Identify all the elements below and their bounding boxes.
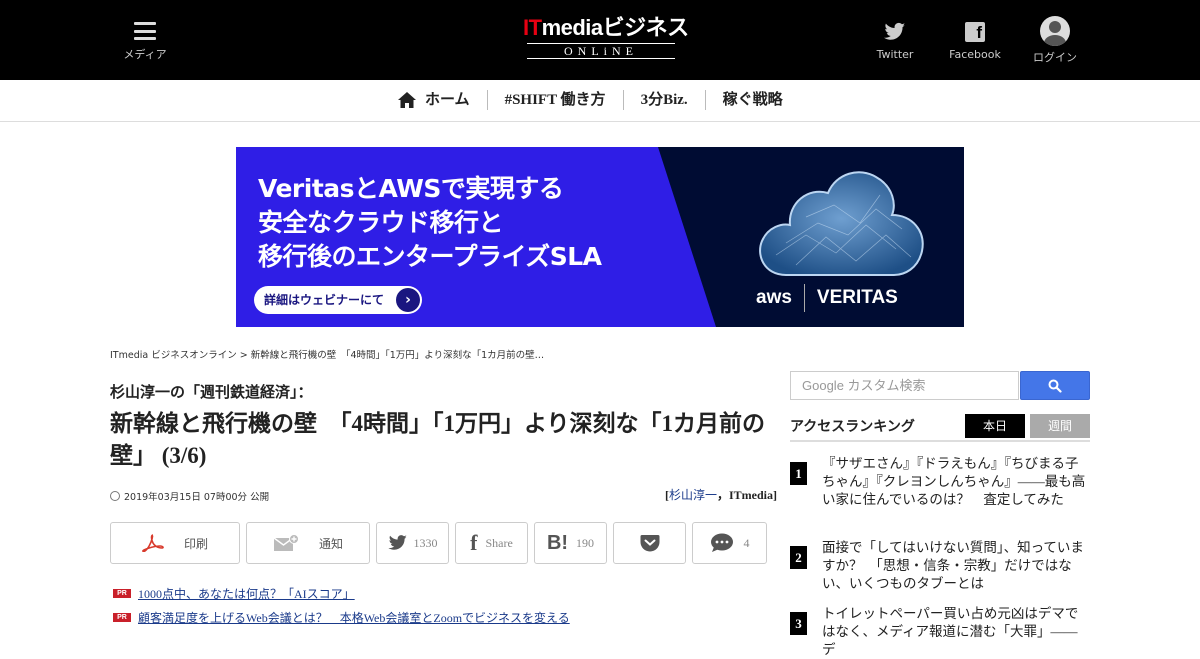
publish-date-text: 2019年03月15日 07時00分 公開 — [124, 492, 270, 503]
twitter-share-button[interactable]: 1330 — [376, 522, 449, 564]
clock-icon — [110, 491, 120, 501]
ad-headline-2: 安全なクラウド移行と — [258, 208, 504, 237]
print-label: 印刷 — [183, 536, 208, 551]
home-icon — [398, 92, 416, 108]
ranking-item[interactable]: 2 面接で「してはいけない質問」、知っていますか？ 「思想・信条・宗教」だけでは… — [790, 539, 1090, 593]
tab-week[interactable]: 週間 — [1030, 414, 1090, 438]
banner-ad[interactable]: VeritasとAWSで実現する 安全なクラウド移行と 移行後のエンタープライズ… — [236, 147, 964, 327]
top-header: メディア ITmediaビジネス ONLiNE Twitter f Facebo… — [0, 0, 1200, 80]
publish-date: 2019年03月15日 07時00分 公開 — [110, 489, 269, 503]
ranking-item[interactable]: 3 トイレットペーパー買い占め元凶はデマではなく、メディア報道に潜む「大罪」――… — [790, 605, 1090, 659]
print-button[interactable]: 印刷 — [110, 522, 240, 564]
article-title: 新幹線と飛行機の壁 「4時間」「1万円」より深刻な「1カ月前の壁」 (3/6) — [110, 411, 766, 468]
ranking-item[interactable]: 1 『サザエさん』『ドラえもん』『ちびまる子ちゃん』『クレヨンしんちゃん』――最… — [790, 455, 1090, 509]
ad-brand-logos: aws VERITAS — [756, 284, 931, 312]
media-menu-button[interactable]: メディア — [120, 20, 170, 62]
cloud-icon — [759, 171, 924, 276]
ranking-link[interactable]: 面接で「してはいけない質問」、知っていますか？ 「思想・信条・宗教」だけではない… — [822, 539, 1090, 593]
rank-number: 2 — [790, 546, 807, 569]
logo-subtitle: ONLiNE — [527, 43, 675, 59]
rank-number: 3 — [790, 612, 807, 635]
aws-logo: aws — [756, 287, 792, 308]
arrow-right-icon: › — [396, 288, 420, 312]
facebook-share-button[interactable]: f Share — [455, 522, 528, 564]
logo-it: IT — [523, 15, 542, 40]
pr-item: PR 顧客満足度を上げるWeb会議とは？ 本格Web会議室とZoomでビジネスを… — [113, 609, 570, 626]
twitter-count: 1330 — [413, 535, 438, 550]
veritas-logo: VERITAS — [816, 287, 898, 308]
series-title[interactable]: 杉山淳一の「週刊鉄道経済」： — [110, 381, 313, 402]
comment-button[interactable]: 4 — [692, 522, 767, 564]
logo-text: mediaビジネス — [541, 15, 690, 40]
ranking-title: アクセスランキング — [790, 420, 915, 435]
facebook-share-label: Share — [485, 535, 513, 550]
tab-today[interactable]: 本日 — [965, 414, 1025, 438]
search-icon — [1048, 379, 1062, 393]
media-menu-label: メディア — [123, 48, 167, 61]
pr-badge: PR — [113, 613, 131, 622]
search-input[interactable]: Google カスタム検索 — [790, 371, 1019, 400]
ad-headline-1: VeritasとAWSで実現する — [258, 174, 564, 203]
pr-badge: PR — [113, 589, 131, 598]
ad-cta-label: 詳細はウェビナーにて — [264, 293, 385, 307]
twitter-icon — [387, 535, 407, 550]
twitter-icon — [884, 22, 906, 40]
login-label: ログイン — [1033, 51, 1077, 64]
pdf-icon — [142, 534, 164, 552]
ranking-link[interactable]: トイレットペーパー買い占め元凶はデマではなく、メディア報道に潜む「大罪」――デ — [822, 605, 1090, 659]
breadcrumb[interactable]: ITmedia ビジネスオンライン > 新幹線と飛行機の壁 「4時間」「1万円」… — [110, 347, 544, 361]
global-nav: ホーム #SHIFT 働き方 3分Biz. 稼ぐ戦略 — [0, 80, 1200, 122]
twitter-button[interactable]: Twitter — [874, 18, 916, 61]
facebook-label: Facebook — [949, 48, 1001, 61]
ranking-divider — [790, 440, 1090, 442]
login-button[interactable]: ログイン — [1030, 16, 1080, 65]
nav-3minbiz[interactable]: 3分Biz. — [622, 90, 705, 110]
rank-number: 1 — [790, 462, 807, 485]
notify-button[interactable]: 通知 — [246, 522, 370, 564]
facebook-button[interactable]: f Facebook — [948, 18, 1002, 61]
facebook-icon: f — [965, 22, 985, 42]
facebook-icon: f — [470, 530, 478, 555]
hatena-icon: B! — [546, 531, 569, 554]
hatena-bookmark-button[interactable]: B! 190 — [534, 522, 607, 564]
search-button[interactable] — [1020, 371, 1090, 400]
comment-count: 4 — [743, 535, 750, 550]
author-credit: [杉山淳一，ITmedia] — [664, 488, 777, 502]
user-icon — [1040, 16, 1070, 46]
nav-shift[interactable]: #SHIFT 働き方 — [486, 90, 623, 110]
ad-cta-button[interactable]: 詳細はウェビナーにて › — [254, 286, 422, 314]
author-link[interactable]: 杉山淳一 — [669, 488, 717, 502]
nav-home-label: ホーム — [425, 92, 470, 108]
pocket-icon — [640, 535, 659, 552]
pr-link[interactable]: 顧客満足度を上げるWeb会議とは？ 本格Web会議室とZoomでビジネスを変える — [138, 609, 570, 626]
pr-item: PR 1000点中、あなたは何点？「AIスコア」 — [113, 585, 355, 602]
hamburger-icon — [134, 22, 156, 40]
comment-icon — [710, 533, 733, 552]
pr-link[interactable]: 1000点中、あなたは何点？「AIスコア」 — [138, 585, 355, 602]
twitter-label: Twitter — [876, 48, 914, 61]
ranking-link[interactable]: 『サザエさん』『ドラえもん』『ちびまる子ちゃん』『クレヨンしんちゃん』――最も高… — [822, 455, 1090, 509]
nav-kasegu[interactable]: 稼ぐ戦略 — [704, 90, 800, 110]
hatena-count: 190 — [576, 535, 595, 550]
site-logo[interactable]: ITmediaビジネス ONLiNE — [523, 15, 689, 59]
mail-add-icon — [273, 534, 299, 551]
notify-label: 通知 — [318, 536, 343, 551]
nav-home[interactable]: ホーム — [398, 90, 487, 110]
ad-headline-3: 移行後のエンタープライズSLA — [258, 242, 602, 271]
pocket-button[interactable] — [613, 522, 686, 564]
